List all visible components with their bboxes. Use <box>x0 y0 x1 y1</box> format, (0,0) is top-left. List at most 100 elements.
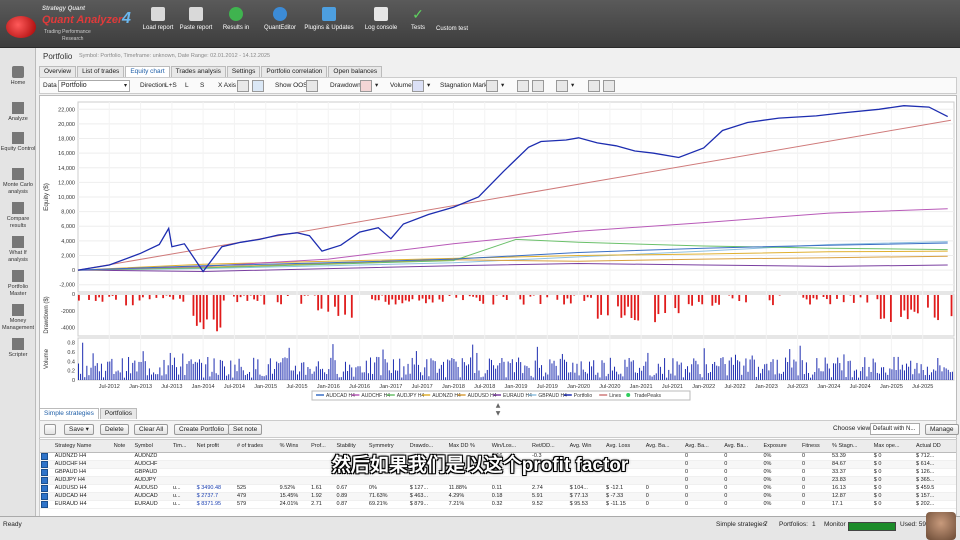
sidebar-item-money-management[interactable]: Money Management <box>0 304 36 332</box>
sidebar-item-analyze[interactable]: Analyze <box>0 102 36 123</box>
sidebar-item-what-if[interactable]: What If analysis <box>0 236 36 264</box>
volume-bar <box>526 366 528 380</box>
tab-simple-strategies[interactable]: Simple strategies <box>39 408 99 419</box>
choose-view-select[interactable]: Default with N... <box>870 423 920 435</box>
table-cell: 4.29% <box>447 492 491 501</box>
stagnation-chart-icon[interactable] <box>486 80 498 92</box>
tab-settings[interactable]: Settings <box>226 66 261 77</box>
table-cell: 0 <box>800 484 832 493</box>
status-bar: Ready Simple strategies: 7 Portfolios: 1… <box>0 516 960 540</box>
quanteditor-button[interactable]: QuantEditor <box>260 4 300 44</box>
create-portfolio-button[interactable]: Create Portfolio <box>174 424 230 435</box>
tab-portfolio-correlation[interactable]: Portfolio correlation <box>261 66 328 77</box>
clear-all-button[interactable]: Clear All <box>134 424 169 435</box>
results-in-button[interactable]: Results in <box>218 4 254 44</box>
sidebar-item-monte-carlo[interactable]: Monte Carlo analysis <box>0 168 36 196</box>
chevron-down-icon[interactable]: ▾ <box>571 81 574 91</box>
chevron-down-icon[interactable]: ▾ <box>427 81 430 91</box>
direction-short-option[interactable]: S <box>200 81 204 91</box>
xaxis-chart-icon[interactable] <box>252 80 264 92</box>
drawdown-tick-label: 0 <box>72 292 75 298</box>
volume-bar <box>86 365 88 380</box>
volume-bar <box>125 371 127 380</box>
row-checkbox[interactable] <box>41 500 48 507</box>
volume-bar <box>257 359 259 380</box>
x-tick-label: Jul-2018 <box>474 384 495 390</box>
volume-bar <box>822 371 824 380</box>
row-checkbox-cell[interactable] <box>40 492 54 501</box>
tab-equity-chart[interactable]: Equity chart <box>125 66 170 77</box>
load-report-button[interactable]: Load report <box>140 4 176 44</box>
set-note-button[interactable]: Set note <box>228 424 263 435</box>
drawdown-bar <box>519 295 522 300</box>
volume-bar <box>336 373 338 380</box>
sidebar-item-compare-results[interactable]: Compare results <box>0 202 36 230</box>
save-button[interactable]: Save ▾ <box>64 424 94 435</box>
table-cell: 0 <box>644 492 684 501</box>
volume-chart-icon[interactable] <box>412 80 424 92</box>
table-cell: 23.83 <box>831 476 873 485</box>
direction-ls-option[interactable]: L+S <box>165 81 177 91</box>
data-select[interactable]: Portfolio ▾ <box>58 80 130 92</box>
row-checkbox-cell[interactable] <box>40 500 54 509</box>
table-row[interactable]: AUDCAD H4 AUDCAD u... $ 2737.7 479 15.45% 1.92… <box>40 492 956 501</box>
volume-bar <box>918 373 920 380</box>
tab-overview[interactable]: Overview <box>39 66 77 77</box>
delete-button[interactable]: Delete <box>100 424 129 435</box>
drawdown-bar <box>408 295 410 302</box>
table-row[interactable]: AUDUSD H4 AUDUSD u... $ 3490.48 525 9.52% 1.61… <box>40 484 956 493</box>
manage-button[interactable]: Manage <box>925 424 959 435</box>
table-row[interactable]: EURAUD H4 EURAUD u... $ 8371.95 579 24.01% 2.7… <box>40 500 956 509</box>
xaxis-toggle[interactable] <box>237 80 249 92</box>
chart-mode-icon[interactable] <box>517 80 529 92</box>
tab-list-of-trades[interactable]: List of trades <box>77 66 125 77</box>
portfolios-label: Portfolios: <box>779 521 808 528</box>
sidebar-item-scripter[interactable]: Scripter <box>0 338 36 359</box>
row-checkbox[interactable] <box>41 476 48 483</box>
volume-bar <box>511 359 513 380</box>
select-all-checkbox[interactable] <box>44 424 56 435</box>
tab-portfolios[interactable]: Portfolios <box>99 408 137 419</box>
table-cell: u... <box>171 484 196 493</box>
volume-bar <box>297 374 298 380</box>
chart-mode-icon[interactable] <box>532 80 544 92</box>
legend-label: AUDCHF H4 <box>361 393 390 399</box>
direction-long-option[interactable]: L <box>185 81 189 91</box>
chart-options-icon[interactable] <box>556 80 568 92</box>
log-console-button[interactable]: Log console <box>362 4 400 44</box>
table-cell <box>335 476 368 485</box>
volume-bar <box>365 360 367 380</box>
tab-open-balances[interactable]: Open balances <box>328 66 383 77</box>
table-cell: 0 <box>800 500 832 509</box>
volume-bar <box>538 367 540 380</box>
tests-button[interactable]: ✓ Tests <box>404 4 432 44</box>
drawdown-bar <box>384 295 387 302</box>
custom-test-button[interactable]: Custom test <box>436 26 476 66</box>
chart-export-icon[interactable] <box>603 80 615 92</box>
drawdown-bar <box>253 295 255 300</box>
memory-monitor-bar <box>848 522 896 531</box>
sidebar-item-equity-control[interactable]: Equity Control <box>0 132 36 153</box>
tab-trades-analysis[interactable]: Trades analysis <box>170 66 226 77</box>
paste-report-button[interactable]: Paste report <box>178 4 214 44</box>
drawdown-bar <box>280 295 282 305</box>
volume-bar <box>84 377 86 380</box>
row-checkbox-cell[interactable] <box>40 476 54 485</box>
plugins-updates-button[interactable]: Plugins & Updates <box>304 4 354 44</box>
drawdown-chart-icon[interactable] <box>360 80 372 92</box>
table-row[interactable]: AUDJPY H4 AUDJPY 0 0 0% 0 23.83 $ 0 $ 365... <box>40 476 956 485</box>
sidebar-item-home[interactable]: Home <box>0 66 36 87</box>
drawdown-bar <box>728 295 731 296</box>
chevron-down-icon[interactable]: ▾ <box>501 81 504 91</box>
sidebar-label: Compare results <box>6 216 30 229</box>
table-cell: 9.52% <box>278 484 311 493</box>
sidebar-item-portfolio-master[interactable]: Portfolio Master <box>0 270 36 298</box>
row-checkbox[interactable] <box>41 484 48 491</box>
row-checkbox[interactable] <box>41 492 48 499</box>
show-oos-toggle[interactable] <box>306 80 318 92</box>
volume-bar <box>632 360 634 380</box>
chart-export-icon[interactable] <box>588 80 600 92</box>
table-cell: $ 0 <box>872 492 915 501</box>
chevron-down-icon[interactable]: ▾ <box>375 81 378 91</box>
row-checkbox-cell[interactable] <box>40 484 54 493</box>
